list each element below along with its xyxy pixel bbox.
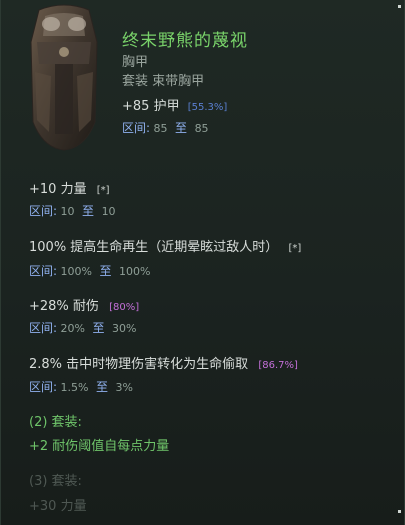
affix-text: +10 力量 xyxy=(29,182,87,197)
affix-range: 区间: 100% 至 100% xyxy=(29,262,150,279)
range-max: 3% xyxy=(115,381,133,394)
affix-roll: [*] xyxy=(96,185,110,196)
affix-leech: 2.8% 击中时物理伤害转化为生命偷取 [86.7%] xyxy=(29,353,298,372)
affix-range: 区间: 20% 至 30% xyxy=(29,319,136,336)
affix-roll: [*] xyxy=(288,243,302,254)
affix-strength: +10 力量 [*] xyxy=(29,178,110,197)
range-to: 至 xyxy=(82,204,95,218)
item-set-type: 套装 束带胸甲 xyxy=(122,74,205,89)
affix-endurance: +28% 耐伤 [80%] xyxy=(29,295,139,314)
set-bonus-2-header: (2) 套装: xyxy=(29,415,82,430)
armor-stat: +85 护甲 [55.3%] xyxy=(122,95,227,114)
affix-roll: [86.7%] xyxy=(258,360,298,371)
range-min: 10 xyxy=(60,205,75,218)
affix-life-regen: 100% 提高生命再生（近期晕眩过敌人时） [*] xyxy=(29,236,301,255)
chest-armor-icon xyxy=(30,4,98,151)
range-label: 区间: xyxy=(29,321,58,335)
range-max: 85 xyxy=(194,122,209,135)
item-tooltip: 终末野熊的蔑视 胸甲 套装 束带胸甲 +85 护甲 [55.3%] 区间: 85… xyxy=(0,0,405,525)
range-min: 1.5% xyxy=(60,381,89,394)
affix-range: 区间: 10 至 10 xyxy=(29,202,116,219)
range-to: 至 xyxy=(175,121,188,135)
range-label: 区间: xyxy=(122,121,151,135)
item-name: 终末野熊的蔑视 xyxy=(122,31,248,51)
range-min: 85 xyxy=(153,122,168,135)
range-min: 20% xyxy=(60,322,85,335)
range-max: 30% xyxy=(112,322,137,335)
affix-roll: [80%] xyxy=(109,302,140,313)
corner-marker xyxy=(398,5,401,8)
item-slot: 胸甲 xyxy=(122,55,149,70)
armor-roll: [55.3%] xyxy=(187,102,228,113)
set-bonus-3-effect: +30 力量 xyxy=(29,499,87,514)
set-bonus-3-header: (3) 套装: xyxy=(29,474,82,489)
set-bonus-2-effect: +2 耐伤阈值自每点力量 xyxy=(29,439,170,454)
range-label: 区间: xyxy=(29,204,58,218)
affix-range: 区间: 1.5% 至 3% xyxy=(29,378,133,395)
corner-marker xyxy=(398,510,401,513)
range-min: 100% xyxy=(60,265,92,278)
armor-value: +85 xyxy=(122,99,150,114)
range-to: 至 xyxy=(92,321,105,335)
range-max: 100% xyxy=(119,265,151,278)
range-label: 区间: xyxy=(29,264,58,278)
range-max: 10 xyxy=(101,205,116,218)
affix-text: +28% 耐伤 xyxy=(29,299,99,314)
range-to: 至 xyxy=(96,380,109,394)
armor-label: 护甲 xyxy=(153,99,180,114)
armor-range: 区间: 85 至 85 xyxy=(122,119,209,136)
range-to: 至 xyxy=(99,264,112,278)
affix-text: 2.8% 击中时物理伤害转化为生命偷取 xyxy=(29,357,249,372)
range-label: 区间: xyxy=(29,380,58,394)
affix-text: 100% 提高生命再生（近期晕眩过敌人时） xyxy=(29,240,279,255)
